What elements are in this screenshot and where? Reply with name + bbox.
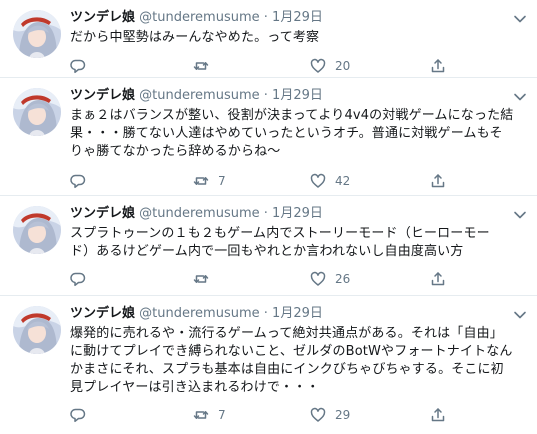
tweet-text-line: に動けてプレイでき縛られないこと、ゼルダのBotWやフォートナイトなん — [70, 344, 513, 359]
retweet-icon — [193, 177, 209, 185]
avatar[interactable] — [13, 306, 61, 354]
tweet[interactable]: ツンデレ娘 @tunderemusume · 1月29日 まぁ２はバランスが整い… — [0, 78, 537, 196]
action-bar: 7 29 — [70, 406, 470, 424]
timestamp[interactable]: 1月29日 — [272, 306, 323, 321]
separator: · — [263, 206, 268, 221]
share-button[interactable] — [430, 406, 446, 424]
retweet-button[interactable] — [193, 270, 218, 288]
caret-down-icon[interactable] — [513, 308, 527, 322]
avatar[interactable] — [13, 10, 61, 58]
user-handle[interactable]: @tunderemusume — [139, 88, 259, 103]
timestamp[interactable]: 1月29日 — [272, 10, 323, 25]
avatar[interactable] — [13, 206, 61, 254]
tweet-text-line: かまさにそれ、スプラも基本は自由にインクびちゃびちゃする。そこに初 — [70, 362, 504, 377]
action-bar: 20 — [70, 57, 470, 75]
reply-icon — [70, 174, 86, 189]
caret-down-icon[interactable] — [513, 208, 527, 222]
tweet-header: ツンデレ娘 @tunderemusume · 1月29日 — [70, 10, 323, 26]
retweet-button[interactable]: 7 — [193, 406, 226, 424]
share-button[interactable] — [430, 172, 446, 190]
like-icon — [310, 271, 326, 286]
like-count: 26 — [335, 272, 351, 286]
like-count: 20 — [335, 59, 351, 73]
like-icon — [310, 173, 326, 188]
tweet-text-line: まぁ２はバランスが整い、役割が決まってより4v4の対戦ゲームになった結 — [70, 108, 514, 123]
share-button[interactable] — [430, 270, 446, 288]
action-bar: 26 — [70, 270, 470, 288]
retweet-icon — [193, 62, 209, 70]
tweet-text-line: 見プレイヤーは引き込まれるわけで・・・ — [70, 380, 320, 395]
like-count: 42 — [335, 174, 351, 188]
display-name[interactable]: ツンデレ娘 — [70, 206, 135, 221]
retweet-button[interactable]: 7 — [193, 172, 226, 190]
share-button[interactable] — [430, 57, 446, 75]
tweet-header: ツンデレ娘 @tunderemusume · 1月29日 — [70, 306, 323, 322]
like-button[interactable]: 29 — [310, 406, 350, 424]
tweet-text-line: スプラトゥーンの１も２もゲーム内でストーリーモード（ヒーローモー — [70, 226, 490, 241]
user-handle[interactable]: @tunderemusume — [139, 306, 259, 321]
retweet-button[interactable] — [193, 57, 218, 75]
tweet-text-line: りゃ勝てなかったら辞めるからね〜 — [70, 144, 281, 159]
display-name[interactable]: ツンデレ娘 — [70, 306, 135, 321]
action-bar: 7 42 — [70, 172, 470, 190]
separator: · — [263, 10, 268, 25]
tweet-text-line: だから中堅勢はみーんなやめた。って考察 — [70, 30, 320, 45]
reply-button[interactable] — [70, 270, 95, 288]
tweet[interactable]: ツンデレ娘 @tunderemusume · 1月29日 爆発的に売れるや・流行… — [0, 296, 537, 434]
like-count: 29 — [335, 408, 351, 422]
share-icon — [431, 59, 445, 73]
caret-down-icon[interactable] — [513, 12, 527, 26]
tweet-header: ツンデレ娘 @tunderemusume · 1月29日 — [70, 88, 323, 104]
tweet-header: ツンデレ娘 @tunderemusume · 1月29日 — [70, 206, 323, 222]
display-name[interactable]: ツンデレ娘 — [70, 10, 135, 25]
like-icon — [310, 407, 326, 422]
avatar[interactable] — [13, 88, 61, 136]
caret-down-icon[interactable] — [513, 90, 527, 104]
like-button[interactable]: 42 — [310, 172, 350, 190]
like-button[interactable]: 26 — [310, 270, 350, 288]
retweet-icon — [193, 411, 209, 419]
like-icon — [310, 58, 326, 73]
retweet-count: 7 — [218, 174, 226, 188]
reply-icon — [70, 272, 86, 287]
tweet-text-line: 爆発的に売れるや・流行るゲームって絶対共通点がある。それは「自由」 — [70, 326, 503, 341]
tweet-text: 爆発的に売れるや・流行るゲームって絶対共通点がある。それは「自由」 に動けてプレ… — [70, 325, 525, 397]
like-button[interactable]: 20 — [310, 57, 350, 75]
tweet-text-line: 果・・・勝てない人達はやめていったというオチ。普通に対戦ゲームもそ — [70, 126, 503, 141]
reply-button[interactable] — [70, 57, 95, 75]
share-icon — [431, 272, 445, 286]
tweet-text-line: ド）あるけどゲーム内で一回もやれとか言われないし自由度高い方 — [70, 244, 464, 259]
reply-icon — [70, 408, 86, 423]
user-handle[interactable]: @tunderemusume — [139, 206, 259, 221]
tweet[interactable]: ツンデレ娘 @tunderemusume · 1月29日 スプラトゥーンの１も２… — [0, 196, 537, 296]
tweet-text: だから中堅勢はみーんなやめた。って考察 — [70, 29, 525, 47]
tweet[interactable]: ツンデレ娘 @tunderemusume · 1月29日 だから中堅勢はみーんな… — [0, 0, 537, 78]
tweet-text: まぁ２はバランスが整い、役割が決まってより4v4の対戦ゲームになった結 果・・・… — [70, 107, 525, 161]
reply-button[interactable] — [70, 406, 95, 424]
user-handle[interactable]: @tunderemusume — [139, 10, 259, 25]
share-icon — [431, 174, 445, 188]
separator: · — [263, 88, 268, 103]
display-name[interactable]: ツンデレ娘 — [70, 88, 135, 103]
retweet-icon — [193, 275, 209, 283]
timestamp[interactable]: 1月29日 — [272, 206, 323, 221]
reply-button[interactable] — [70, 172, 95, 190]
retweet-count: 7 — [218, 408, 226, 422]
tweet-text: スプラトゥーンの１も２もゲーム内でストーリーモード（ヒーローモー ド）あるけどゲ… — [70, 225, 525, 261]
timestamp[interactable]: 1月29日 — [272, 88, 323, 103]
share-icon — [431, 408, 445, 422]
reply-icon — [70, 59, 86, 74]
separator: · — [263, 306, 268, 321]
